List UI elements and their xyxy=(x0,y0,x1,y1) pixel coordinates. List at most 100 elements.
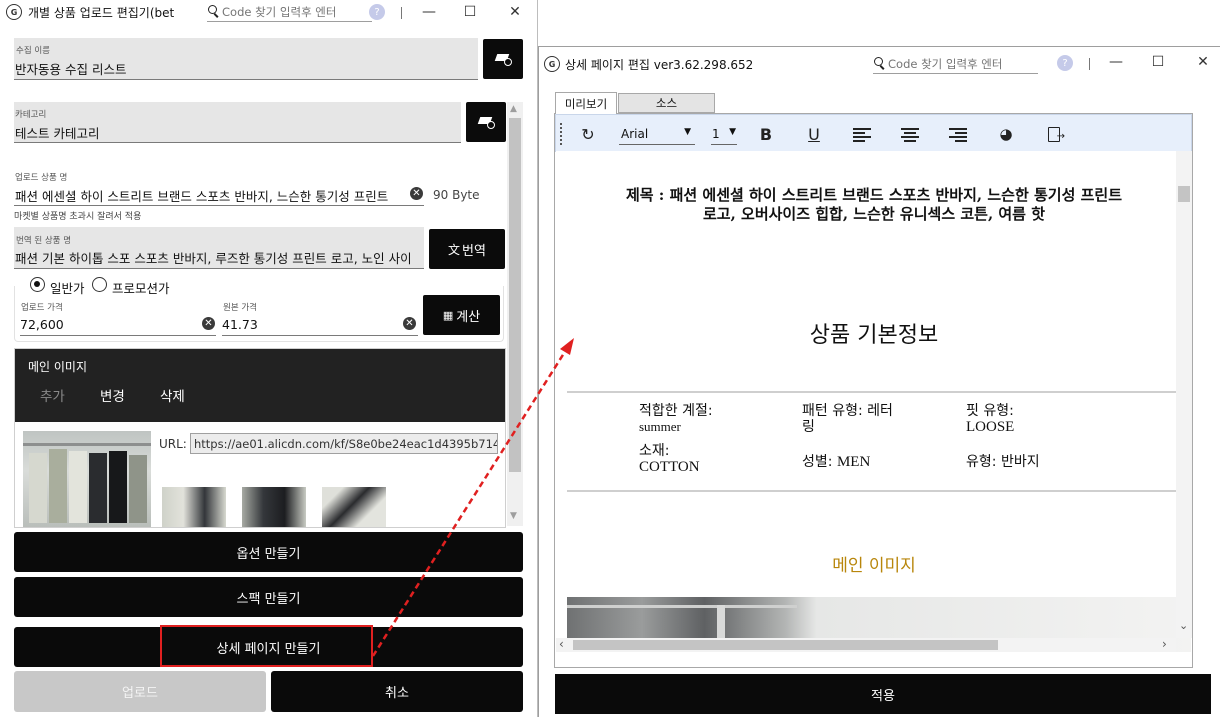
upload-price-input[interactable]: 72,600 ✕ xyxy=(20,312,216,336)
image-thumbnail[interactable] xyxy=(242,487,306,527)
preview-title-line-1: 제목 : 패션 에센셜 하이 스트리트 브랜드 스포츠 반바지, 느슨한 통기성… xyxy=(625,186,1122,204)
original-price-input[interactable]: 41.73 ✕ xyxy=(222,312,418,336)
clear-upload-price-icon[interactable]: ✕ xyxy=(202,317,215,330)
font-size-value: 1 xyxy=(712,127,720,141)
minimize-icon[interactable]: — xyxy=(420,3,438,21)
scroll-up-icon[interactable]: ▲ xyxy=(510,104,517,114)
calculator-icon: ▦ xyxy=(442,308,454,322)
normal-price-label[interactable]: 일반가 xyxy=(50,278,85,297)
cancel-button[interactable]: 취소 xyxy=(271,671,523,712)
calculate-button[interactable]: ▦ 계산 xyxy=(423,295,500,335)
promotion-price-label[interactable]: 프로모션가 xyxy=(112,278,170,297)
category-field[interactable]: 카테고리 테스트 카테고리 xyxy=(14,102,461,143)
translated-name-field[interactable]: 번역 된 상품 명 패션 기본 하이톱 스포 스포츠 반바지, 루즈한 통기성 … xyxy=(14,227,424,269)
code-search-input[interactable] xyxy=(222,4,372,19)
scroll-left-icon[interactable]: ‹ xyxy=(559,637,564,651)
product-name-note: 마켓별 상품명 초과시 잘려서 적용 xyxy=(14,212,142,222)
upload-button[interactable]: 업로드 xyxy=(14,671,266,712)
delete-image-action[interactable]: 삭제 xyxy=(160,385,185,405)
minimize-icon[interactable]: — xyxy=(1107,53,1125,71)
spec-type: 유형: 반바지 xyxy=(966,454,1040,470)
collection-name-label: 수집 이름 xyxy=(16,46,50,56)
scroll-down-icon[interactable]: ▼ xyxy=(510,511,517,521)
tab-preview-label: 미리보기 xyxy=(564,96,608,111)
image-thumbnail[interactable] xyxy=(162,487,226,527)
cancel-button-label: 취소 xyxy=(385,686,409,701)
main-image-header: 메인 이미지 추가 변경 삭제 xyxy=(15,349,505,422)
upload-price-value: 72,600 xyxy=(20,317,64,332)
spec-pattern: 패턴 유형: 레터링 xyxy=(802,403,893,435)
html-preview[interactable]: 제목 : 패션 에센셜 하이 스트리트 브랜드 스포츠 반바지, 느슨한 통기성… xyxy=(556,151,1192,652)
graduation-cap-search-icon xyxy=(494,52,512,66)
clear-product-name-icon[interactable]: ✕ xyxy=(410,187,423,200)
help-icon[interactable]: ? xyxy=(1057,55,1073,71)
make-spec-button[interactable]: 스팩 만들기 xyxy=(14,577,523,617)
title-bar: G 개별 상품 업로드 편집기(bet xyxy=(0,0,537,24)
product-name-input[interactable]: 패션 에센셜 하이 스트리트 브랜드 스포츠 반바지, 느슨한 통기성 프린트 … xyxy=(14,182,424,206)
align-right-icon[interactable] xyxy=(948,125,968,143)
align-center-icon[interactable] xyxy=(900,125,920,143)
image-thumbnail[interactable] xyxy=(322,487,386,527)
category-value: 테스트 카테고리 xyxy=(15,126,100,141)
tab-source[interactable]: 소스 xyxy=(618,93,715,113)
make-spec-label: 스팩 만들기 xyxy=(236,591,301,607)
main-image-panel: 메인 이미지 추가 변경 삭제 URL: https://ae01.alicdn… xyxy=(14,348,506,528)
close-icon[interactable]: ✕ xyxy=(1194,53,1212,71)
font-size-select[interactable]: 1 ▼ xyxy=(711,123,737,145)
toolbar-grip xyxy=(560,123,562,145)
change-image-action[interactable]: 변경 xyxy=(100,385,125,405)
product-name-value: 패션 에센셜 하이 스트리트 브랜드 스포츠 반바지, 느슨한 통기성 프린트 xyxy=(15,189,389,204)
translated-name-label: 번역 된 상품 명 xyxy=(16,236,72,246)
main-image-preview[interactable] xyxy=(23,431,151,527)
detail-page-editor-window: G 상세 페이지 편집 ver3.62.298.652 ? — ☐ ✕ 미리보기… xyxy=(538,46,1220,717)
spec-season: 적합한 계절: summer xyxy=(639,403,713,434)
chevron-down-icon: ▼ xyxy=(729,127,736,137)
promotion-price-radio[interactable] xyxy=(92,277,107,292)
preview-title-line-2: 로고, 오버사이즈 힙합, 느슨한 유니섹스 코튼, 여름 핫 xyxy=(702,205,1046,223)
refresh-icon[interactable]: ↻ xyxy=(578,125,598,144)
help-icon[interactable]: ? xyxy=(369,4,385,20)
make-options-button[interactable]: 옵션 만들기 xyxy=(14,532,523,572)
add-image-action[interactable]: 추가 xyxy=(40,385,65,405)
chevron-down-icon: ▼ xyxy=(684,127,691,137)
window-title: 개별 상품 업로드 편집기(bet xyxy=(28,5,175,20)
upload-button-label: 업로드 xyxy=(122,686,158,701)
normal-price-radio[interactable] xyxy=(30,277,45,292)
preview-vscroll-thumb[interactable] xyxy=(1178,186,1190,202)
preview-hscroll-thumb[interactable] xyxy=(573,640,998,650)
code-search[interactable] xyxy=(873,54,1038,74)
form-scrollbar[interactable]: ▲ ▼ xyxy=(507,102,523,526)
basic-info-heading: 상품 기본정보 xyxy=(809,323,939,348)
code-search-input[interactable] xyxy=(888,56,1038,71)
bold-icon[interactable]: B xyxy=(756,125,776,144)
underline-icon[interactable]: U xyxy=(804,125,824,144)
maximize-icon[interactable]: ☐ xyxy=(1149,53,1167,71)
font-select[interactable]: Arial ▼ xyxy=(619,123,695,145)
scroll-down-icon[interactable]: ⌄ xyxy=(1179,619,1188,632)
export-file-icon[interactable]: → xyxy=(1044,125,1065,143)
form-scroll-thumb[interactable] xyxy=(509,118,521,472)
apply-button[interactable]: 적용 xyxy=(555,674,1211,714)
maximize-icon[interactable]: ☐ xyxy=(461,3,479,21)
collection-select-button[interactable] xyxy=(483,39,523,79)
close-icon[interactable]: ✕ xyxy=(506,3,524,21)
category-select-button[interactable] xyxy=(466,102,506,142)
tab-preview[interactable]: 미리보기 xyxy=(555,92,617,114)
preview-vscrollbar[interactable]: ⌄ xyxy=(1176,151,1192,638)
image-url-input[interactable]: https://ae01.alicdn.com/kf/S8e0be24eac1d… xyxy=(190,433,498,454)
scroll-right-icon[interactable]: › xyxy=(1162,637,1167,651)
spec-gender: 성별: MEN xyxy=(802,454,871,470)
url-label: URL: xyxy=(159,437,187,451)
translate-button-label: 번역 xyxy=(462,243,486,259)
make-options-label: 옵션 만들기 xyxy=(236,546,301,562)
window-title: 상세 페이지 편집 ver3.62.298.652 xyxy=(565,58,754,72)
align-left-icon[interactable] xyxy=(852,125,872,143)
code-search[interactable] xyxy=(207,2,372,22)
translate-icon: 文 xyxy=(448,242,461,257)
collection-name-field[interactable]: 수집 이름 반자동용 수집 리스트 xyxy=(14,38,478,80)
spec-material: 소재: COTTON xyxy=(639,443,700,475)
translate-button[interactable]: 文 번역 xyxy=(429,229,505,269)
color-palette-icon[interactable]: ◕ xyxy=(996,125,1016,143)
preview-hscrollbar[interactable]: ‹ › xyxy=(556,637,1176,652)
clear-original-price-icon[interactable]: ✕ xyxy=(403,317,416,330)
